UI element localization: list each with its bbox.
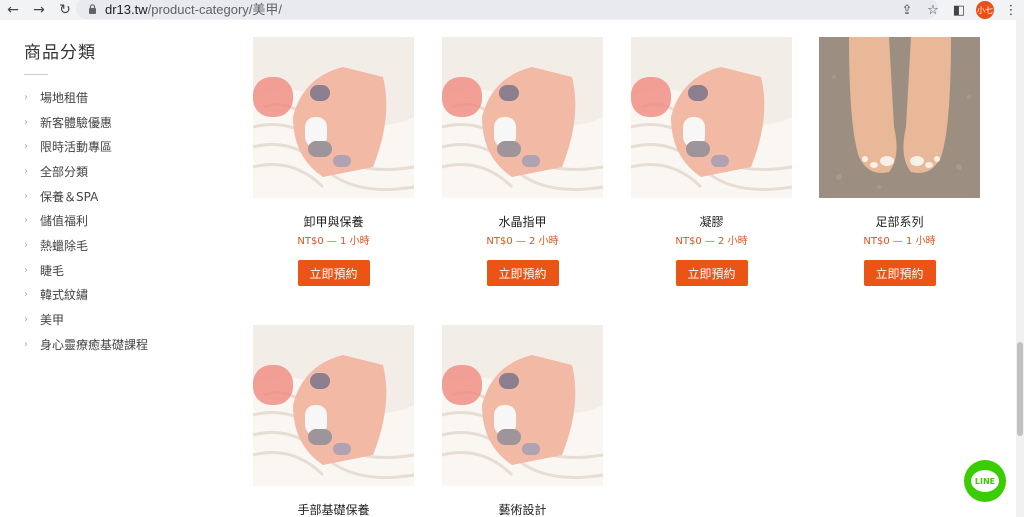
book-now-button[interactable]: 立即預約 [297, 260, 370, 286]
chevron-right-icon: › [24, 215, 28, 227]
profile-avatar[interactable]: 小七 [976, 1, 994, 19]
category-item[interactable]: › 保養＆SPA [24, 184, 224, 209]
sidebar-title: 商品分類 [24, 43, 96, 63]
category-label: 新客體驗優惠 [40, 115, 113, 130]
product-image[interactable] [631, 37, 792, 198]
line-icon: LINE [971, 470, 999, 492]
browser-toolbar: ← → ↻ dr13.tw/product-category/美甲/ ⇪ ☆ ◧… [0, 0, 1024, 20]
category-item[interactable]: › 場地租借 [24, 85, 224, 110]
category-item[interactable]: › 韓式紋繡 [24, 283, 224, 308]
category-item[interactable]: › 熱蠟除毛 [24, 233, 224, 258]
product-name[interactable]: 藝術設計 [442, 503, 603, 517]
category-label: 身心靈療癒基礎課程 [40, 337, 149, 352]
share-icon[interactable]: ⇪ [894, 0, 920, 20]
product-image[interactable] [442, 325, 603, 486]
category-list: › 場地租借 › 新客體驗優惠 › 限時活動專區 › 全部分類 › 保養＆SPA › 儲值福… [24, 85, 224, 357]
address-bar[interactable]: dr13.tw/product-category/美甲/ [76, 0, 938, 19]
reload-icon[interactable]: ↻ [52, 0, 78, 20]
product-name[interactable]: 足部系列 [819, 215, 980, 229]
book-now-button[interactable]: 立即預約 [675, 260, 748, 286]
product-card[interactable]: 水晶指甲 NT$0 — 2 小時 立即預約 [442, 37, 603, 286]
category-item[interactable]: › 新客體驗優惠 [24, 110, 224, 135]
product-image[interactable] [819, 37, 980, 198]
book-now-button[interactable]: 立即預約 [863, 260, 936, 286]
product-price: NT$0 — 2 小時 [486, 236, 559, 247]
chevron-right-icon: › [24, 116, 28, 128]
url-text: dr13.tw/product-category/美甲/ [105, 0, 282, 18]
chevron-right-icon: › [24, 264, 28, 276]
product-name[interactable]: 手部基礎保養 [253, 503, 414, 517]
category-sidebar: 商品分類 › 場地租借 › 新客體驗優惠 › 限時活動專區 › 全部分類 › 保養＆SPA… [24, 38, 224, 357]
product-price: NT$0 — 2 小時 [675, 236, 748, 247]
category-label: 熱蠟除毛 [40, 238, 89, 253]
title-divider [24, 74, 48, 75]
category-item[interactable]: › 限時活動專區 [24, 134, 224, 159]
category-label: 儲值福利 [40, 214, 89, 229]
book-now-button[interactable]: 立即預約 [486, 260, 559, 286]
category-label: 睫毛 [40, 263, 65, 278]
product-image[interactable] [253, 37, 414, 198]
url-path: /product-category/美甲/ [147, 2, 283, 17]
side-panel-icon[interactable]: ◧ [946, 0, 972, 20]
category-label: 美甲 [40, 313, 65, 328]
line-chat-button[interactable]: LINE [964, 460, 1006, 502]
back-icon[interactable]: ← [0, 0, 26, 20]
lock-icon [89, 3, 96, 14]
category-item[interactable]: › 儲值福利 [24, 208, 224, 233]
product-card[interactable]: 卸甲與保養 NT$0 — 1 小時 立即預約 [253, 37, 414, 286]
chevron-right-icon: › [24, 289, 28, 301]
product-name[interactable]: 卸甲與保養 [253, 215, 414, 229]
product-card[interactable]: 手部基礎保養 [253, 325, 414, 517]
product-price: NT$0 — 1 小時 [863, 236, 936, 247]
category-label: 場地租借 [40, 90, 89, 105]
category-label: 韓式紋繡 [40, 288, 89, 303]
scrollbar-thumb[interactable] [1017, 342, 1023, 436]
category-label: 保養＆SPA [40, 189, 99, 204]
chevron-right-icon: › [24, 314, 28, 326]
bookmark-star-icon[interactable]: ☆ [920, 0, 946, 20]
chevron-right-icon: › [24, 190, 28, 202]
category-item[interactable]: › 身心靈療癒基礎課程 [24, 332, 224, 357]
product-price: NT$0 — 1 小時 [297, 236, 370, 247]
chevron-right-icon: › [24, 338, 28, 350]
url-domain: dr13.tw [105, 2, 148, 17]
scrollbar-track[interactable] [1016, 20, 1024, 517]
product-name[interactable]: 水晶指甲 [442, 215, 603, 229]
product-name[interactable]: 凝膠 [631, 215, 792, 229]
category-label: 限時活動專區 [40, 140, 113, 155]
product-image[interactable] [253, 325, 414, 486]
product-card[interactable]: 足部系列 NT$0 — 1 小時 立即預約 [819, 37, 980, 286]
product-image[interactable] [442, 37, 603, 198]
chevron-right-icon: › [24, 141, 28, 153]
category-item[interactable]: › 睫毛 [24, 258, 224, 283]
category-item[interactable]: › 美甲 [24, 307, 224, 332]
product-card[interactable]: 凝膠 NT$0 — 2 小時 立即預約 [631, 37, 792, 286]
chevron-right-icon: › [24, 239, 28, 251]
category-item[interactable]: › 全部分類 [24, 159, 224, 184]
chevron-right-icon: › [24, 165, 28, 177]
product-card[interactable]: 藝術設計 [442, 325, 603, 517]
category-label: 全部分類 [40, 164, 89, 179]
menu-dots-icon[interactable]: ⋮ [998, 0, 1024, 20]
forward-icon[interactable]: → [26, 0, 52, 20]
chevron-right-icon: › [24, 91, 28, 103]
